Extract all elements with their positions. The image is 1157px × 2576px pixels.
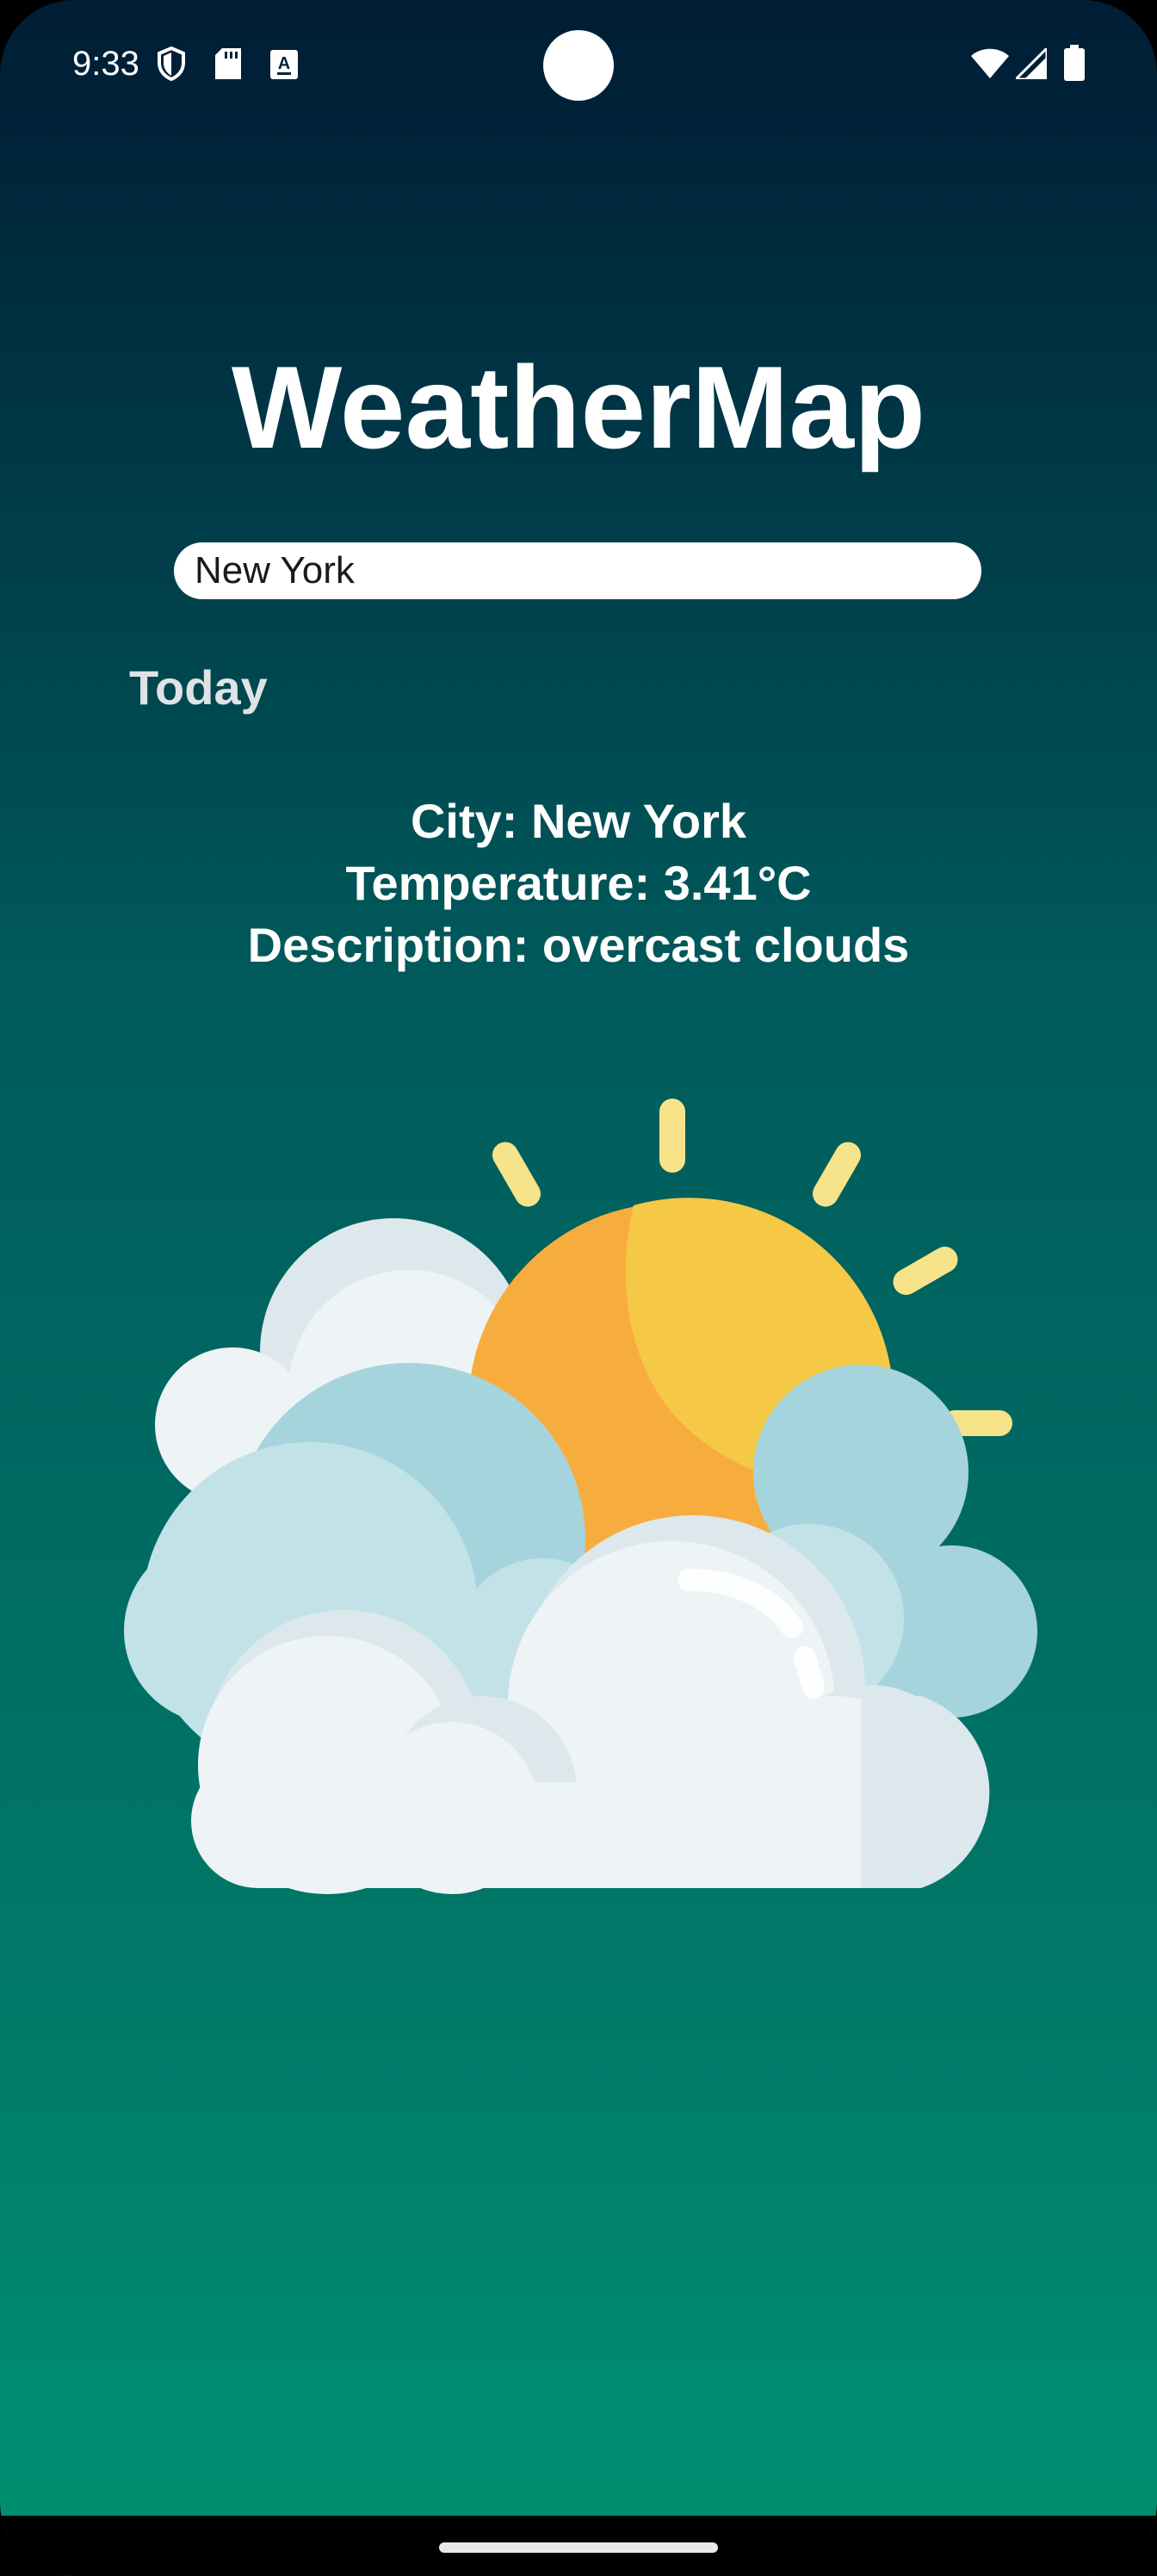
keyboard-a-icon: A bbox=[270, 50, 298, 79]
shield-icon bbox=[158, 46, 185, 81]
sd-card-icon bbox=[215, 48, 241, 79]
city-line: City: New York bbox=[410, 794, 747, 848]
status-bar: 9:33 A bbox=[0, 0, 1157, 129]
battery-icon bbox=[1064, 45, 1085, 81]
partly-cloudy-sun-icon bbox=[124, 1099, 1037, 1894]
description-line: Description: overcast clouds bbox=[247, 918, 910, 972]
cell-signal-icon bbox=[1016, 48, 1047, 79]
city-search-input[interactable] bbox=[174, 542, 981, 599]
today-label: Today bbox=[129, 660, 268, 715]
camera-cutout bbox=[543, 30, 614, 101]
weather-info: City: New York Temperature: 3.41°C Descr… bbox=[0, 790, 1157, 976]
temperature-line: Temperature: 3.41°C bbox=[345, 856, 812, 910]
home-indicator[interactable] bbox=[439, 2542, 718, 2553]
svg-text:A: A bbox=[278, 54, 290, 73]
status-time: 9:33 bbox=[72, 45, 139, 83]
app-screen: 9:33 A WeatherMap New York Today City: N… bbox=[0, 0, 1157, 2576]
app-title: WeatherMap bbox=[231, 342, 926, 473]
wifi-icon bbox=[971, 48, 1009, 78]
